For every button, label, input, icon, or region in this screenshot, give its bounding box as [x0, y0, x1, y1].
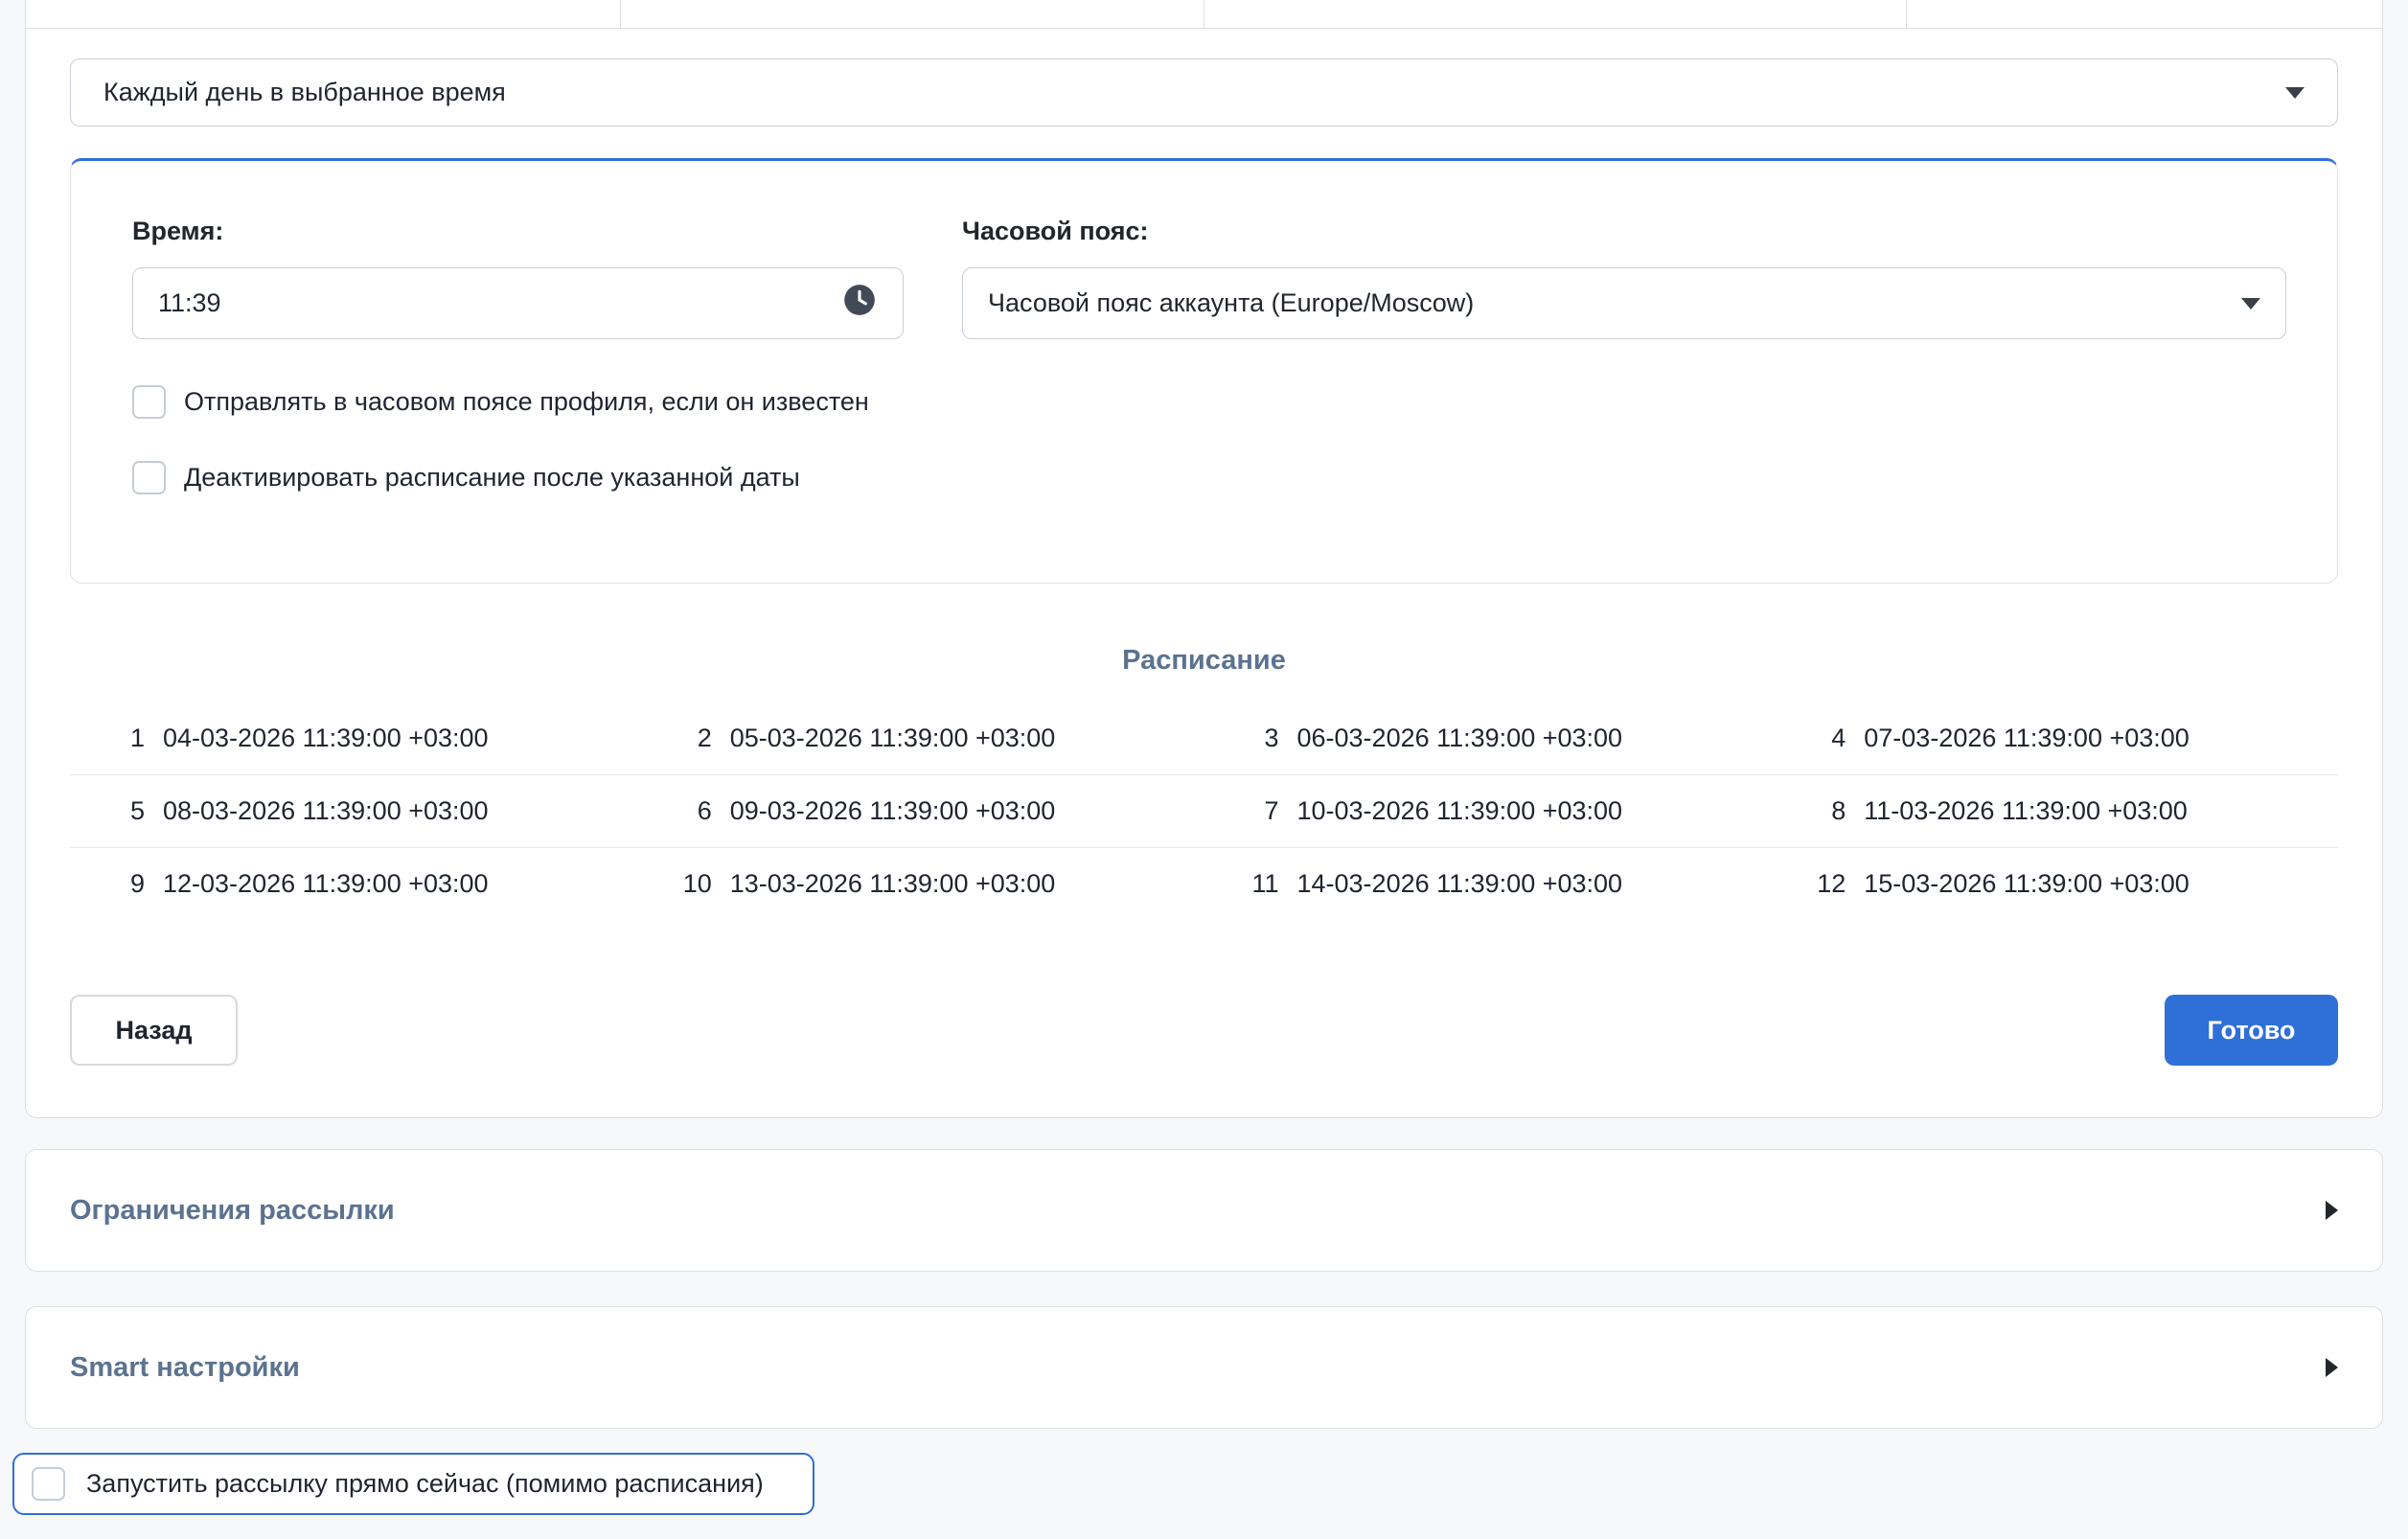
- deactivate-after-date-checkbox[interactable]: [132, 461, 166, 494]
- schedule-item-datetime: 04-03-2026 11:39:00 +03:00: [163, 724, 489, 753]
- schedule-item: 5 08-03-2026 11:39:00 +03:00: [70, 796, 637, 826]
- section-smart-settings-title: Smart настройки: [70, 1352, 300, 1384]
- schedule-type-value: Каждый день в выбранное время: [103, 78, 506, 107]
- chevron-right-icon: [2326, 1201, 2338, 1220]
- schedule-item: 4 07-03-2026 11:39:00 +03:00: [1771, 724, 2338, 753]
- schedule-item-datetime: 11-03-2026 11:39:00 +03:00: [1864, 796, 2188, 826]
- schedule-item-datetime: 13-03-2026 11:39:00 +03:00: [730, 869, 1056, 899]
- schedule-heading: Расписание: [70, 645, 2338, 677]
- back-button[interactable]: Назад: [70, 995, 238, 1066]
- section-mailing-limits[interactable]: Ограничения рассылки: [25, 1149, 2383, 1272]
- time-field-group: Время:: [132, 217, 904, 339]
- schedule-item-number: 10: [637, 869, 712, 899]
- schedule-item-datetime: 08-03-2026 11:39:00 +03:00: [163, 796, 489, 826]
- send-in-profile-tz-row[interactable]: Отправлять в часовом поясе профиля, если…: [132, 385, 2286, 419]
- schedule-row: 9 12-03-2026 11:39:00 +03:00 10 13-03-20…: [70, 847, 2338, 920]
- schedule-item-number: 11: [1204, 869, 1279, 899]
- time-input-box[interactable]: [132, 267, 904, 339]
- tab-separator: [1906, 0, 1907, 28]
- schedule-item: 11 14-03-2026 11:39:00 +03:00: [1204, 869, 1772, 899]
- schedule-item: 12 15-03-2026 11:39:00 +03:00: [1771, 869, 2338, 899]
- schedule-item-datetime: 10-03-2026 11:39:00 +03:00: [1297, 796, 1623, 826]
- card-content: Каждый день в выбранное время Время:: [26, 58, 2382, 1066]
- deactivate-after-date-row[interactable]: Деактивировать расписание после указанно…: [132, 461, 2286, 494]
- action-buttons-row: Назад Готово: [70, 995, 2338, 1066]
- section-mailing-limits-title: Ограничения рассылки: [70, 1195, 395, 1227]
- schedule-item-number: 5: [70, 796, 145, 826]
- schedule-item-number: 6: [637, 796, 712, 826]
- run-now-label: Запустить рассылку прямо сейчас (помимо …: [86, 1469, 764, 1499]
- schedule-row: 5 08-03-2026 11:39:00 +03:00 6 09-03-202…: [70, 774, 2338, 847]
- schedule-item-number: 3: [1204, 724, 1279, 753]
- done-button[interactable]: Готово: [2165, 995, 2338, 1066]
- time-input[interactable]: [158, 288, 830, 318]
- clock-icon[interactable]: [841, 282, 878, 325]
- section-smart-settings[interactable]: Smart настройки: [25, 1306, 2383, 1429]
- send-in-profile-tz-checkbox[interactable]: [132, 385, 166, 419]
- chevron-down-icon: [2241, 298, 2260, 310]
- schedule-item-datetime: 15-03-2026 11:39:00 +03:00: [1864, 869, 2190, 899]
- run-now-checkbox-row[interactable]: Запустить рассылку прямо сейчас (помимо …: [12, 1453, 814, 1515]
- timezone-field-group: Часовой пояс: Часовой пояс аккаунта (Eur…: [962, 217, 2286, 339]
- schedule-item-datetime: 06-03-2026 11:39:00 +03:00: [1297, 724, 1623, 753]
- schedule-item: 7 10-03-2026 11:39:00 +03:00: [1204, 796, 1772, 826]
- tab-strip: [26, 0, 2382, 29]
- schedule-item: 2 05-03-2026 11:39:00 +03:00: [637, 724, 1204, 753]
- time-label: Время:: [132, 217, 904, 246]
- schedule-table: 1 04-03-2026 11:39:00 +03:00 2 05-03-202…: [70, 701, 2338, 920]
- timezone-label: Часовой пояс:: [962, 217, 2286, 246]
- timezone-value: Часовой пояс аккаунта (Europe/Moscow): [988, 288, 1474, 318]
- schedule-type-select[interactable]: Каждый день в выбранное время: [70, 58, 2338, 126]
- schedule-item-number: 2: [637, 724, 712, 753]
- schedule-item-datetime: 09-03-2026 11:39:00 +03:00: [730, 796, 1056, 826]
- chevron-right-icon: [2326, 1358, 2338, 1377]
- schedule-item-datetime: 12-03-2026 11:39:00 +03:00: [163, 869, 489, 899]
- tab-separator: [620, 0, 621, 28]
- schedule-item-datetime: 14-03-2026 11:39:00 +03:00: [1297, 869, 1623, 899]
- timezone-select[interactable]: Часовой пояс аккаунта (Europe/Moscow): [962, 267, 2286, 339]
- schedule-item: 10 13-03-2026 11:39:00 +03:00: [637, 869, 1204, 899]
- schedule-item-number: 1: [70, 724, 145, 753]
- schedule-row: 1 04-03-2026 11:39:00 +03:00 2 05-03-202…: [70, 701, 2338, 774]
- schedule-item-number: 9: [70, 869, 145, 899]
- schedule-item: 8 11-03-2026 11:39:00 +03:00: [1771, 796, 2338, 826]
- schedule-item-number: 8: [1771, 796, 1846, 826]
- schedule-item-number: 4: [1771, 724, 1846, 753]
- schedule-item-number: 7: [1204, 796, 1279, 826]
- run-now-checkbox[interactable]: [32, 1467, 65, 1501]
- deactivate-after-date-label: Деактивировать расписание после указанно…: [184, 463, 800, 493]
- send-in-profile-tz-label: Отправлять в часовом поясе профиля, если…: [184, 387, 869, 417]
- daily-time-panel: Время: Часовой пояс: Час: [70, 158, 2338, 584]
- schedule-item-number: 12: [1771, 869, 1846, 899]
- schedule-item: 9 12-03-2026 11:39:00 +03:00: [70, 869, 637, 899]
- schedule-item: 1 04-03-2026 11:39:00 +03:00: [70, 724, 637, 753]
- schedule-item-datetime: 07-03-2026 11:39:00 +03:00: [1864, 724, 2190, 753]
- schedule-item-datetime: 05-03-2026 11:39:00 +03:00: [730, 724, 1056, 753]
- chevron-down-icon: [2285, 87, 2305, 99]
- schedule-item: 6 09-03-2026 11:39:00 +03:00: [637, 796, 1204, 826]
- schedule-settings-card: Каждый день в выбранное время Время:: [25, 0, 2383, 1118]
- schedule-item: 3 06-03-2026 11:39:00 +03:00: [1204, 724, 1772, 753]
